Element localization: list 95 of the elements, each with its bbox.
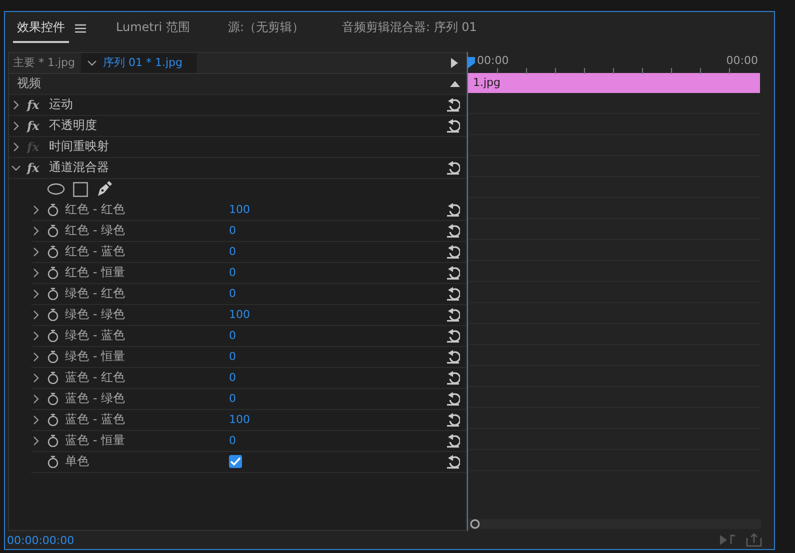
stopwatch-icon[interactable] [47,392,59,406]
chevron-right-icon[interactable] [31,414,41,426]
parameter-value[interactable]: 0 [229,371,236,384]
rectangle-mask-icon[interactable] [73,182,88,197]
parameter-name: 红色 - 绿色 [65,222,126,240]
stopwatch-icon[interactable] [47,329,59,342]
reset-icon[interactable] [446,244,460,260]
chevron-right-icon[interactable] [31,434,41,447]
stopwatch-icon[interactable] [47,350,59,364]
stopwatch-icon[interactable] [47,434,59,448]
timecode-display[interactable]: 00:00:00:00 [7,534,74,547]
chevron-right-icon[interactable] [31,224,41,237]
reset-icon[interactable] [446,160,460,176]
collapse-triangle-icon[interactable] [450,80,460,87]
parameter-value[interactable]: 0 [229,266,236,280]
stopwatch-icon[interactable] [47,455,59,468]
checkbox[interactable] [229,455,242,468]
effect-name: 不透明度 [49,117,97,134]
timecode-label: 00:00 [477,54,509,67]
panel-tab[interactable]: 源:（无剪辑） [224,14,308,43]
effect-name: 通道混合器 [49,159,109,176]
parameter-name: 红色 - 蓝色 [65,243,126,260]
chevron-right-icon[interactable] [31,204,41,216]
reset-icon[interactable] [446,265,460,280]
chevron-right-icon[interactable] [31,288,41,300]
parameter-name: 绿色 - 红色 [65,285,126,302]
chevron-right-icon[interactable] [31,372,41,384]
stopwatch-icon[interactable] [47,245,59,258]
scrollbar[interactable] [468,519,761,530]
parameter-name: 红色 - 红色 [65,201,126,218]
parameter-value[interactable]: 0 [229,329,236,342]
reset-icon[interactable] [446,286,460,302]
reset-icon[interactable] [446,118,460,134]
parameter-name: 绿色 - 蓝色 [65,327,126,344]
section-label: 视频 [17,75,41,92]
panel-tab[interactable]: 音频剪辑混合器: 序列 01 [338,14,481,43]
reset-icon[interactable] [446,223,460,238]
timecode-label: 00:00 [726,54,758,67]
panel-tab[interactable]: Lumetri 范围 [112,14,194,43]
effect-name: 运动 [49,96,73,114]
fx-toggle[interactable]: fx [27,160,47,175]
chevron-right-icon[interactable] [31,350,41,363]
parameter-value[interactable]: 0 [229,350,236,364]
chevron-right-icon[interactable] [31,266,41,279]
stopwatch-icon[interactable] [47,287,59,300]
parameter-name: 蓝色 - 蓝色 [65,411,126,428]
stopwatch-icon[interactable] [47,413,59,426]
reset-icon[interactable] [446,454,460,470]
parameter-name: 蓝色 - 恒量 [65,432,126,450]
chevron-right-icon[interactable] [11,98,21,111]
ellipse-mask-icon[interactable] [47,183,65,196]
pen-icon[interactable] [96,181,112,198]
parameter-value[interactable]: 0 [229,224,236,238]
reset-icon[interactable] [446,97,460,112]
reset-icon[interactable] [446,391,460,406]
parameter-value[interactable]: 100 [229,203,250,216]
fx-toggle[interactable]: fx [27,118,47,133]
parameter-name: 绿色 - 恒量 [65,348,126,366]
stopwatch-icon[interactable] [47,224,59,238]
parameter-name: 红色 - 恒量 [65,264,126,282]
parameter-name: 蓝色 - 绿色 [65,390,126,408]
stopwatch-icon[interactable] [47,203,59,216]
play-triangle-icon[interactable] [451,58,458,68]
chevron-right-icon[interactable] [31,308,41,321]
chevron-right-icon[interactable] [11,120,21,132]
fx-toggle[interactable]: fx [27,98,47,112]
parameter-value[interactable]: 100 [229,308,250,322]
parameter-name: 蓝色 - 红色 [65,369,126,386]
chevron-right-icon[interactable] [31,246,41,258]
chevron-right-icon[interactable] [31,392,41,405]
stopwatch-icon[interactable] [47,308,59,322]
parameter-name: 绿色 - 绿色 [65,306,126,324]
reset-icon[interactable] [446,370,460,386]
menu-icon[interactable] [75,24,86,34]
clip-bar[interactable]: 1.jpg [468,72,760,93]
scroll-handle-icon[interactable] [470,519,480,530]
parameter-value[interactable]: 0 [229,287,236,300]
parameter-value[interactable]: 100 [229,413,250,426]
panel-tab[interactable]: 效果控件 [13,14,69,43]
parameter-name: 单色 [65,453,90,470]
reset-icon[interactable] [446,202,460,218]
stopwatch-icon[interactable] [47,266,59,280]
parameter-value[interactable]: 0 [229,434,236,448]
stopwatch-icon[interactable] [47,371,59,384]
chevron-right-icon[interactable] [31,330,41,342]
parameter-value[interactable]: 0 [229,245,236,258]
master-clip-label[interactable]: 主要 * 1.jpg [9,55,82,70]
reset-icon[interactable] [446,433,460,448]
reset-icon[interactable] [446,307,460,322]
effect-name: 时间重映射 [49,138,109,156]
reset-icon[interactable] [446,349,460,364]
chevron-right-icon[interactable] [11,140,21,153]
reset-icon[interactable] [446,412,460,428]
parameter-value[interactable]: 0 [229,392,236,406]
reset-icon[interactable] [446,328,460,344]
